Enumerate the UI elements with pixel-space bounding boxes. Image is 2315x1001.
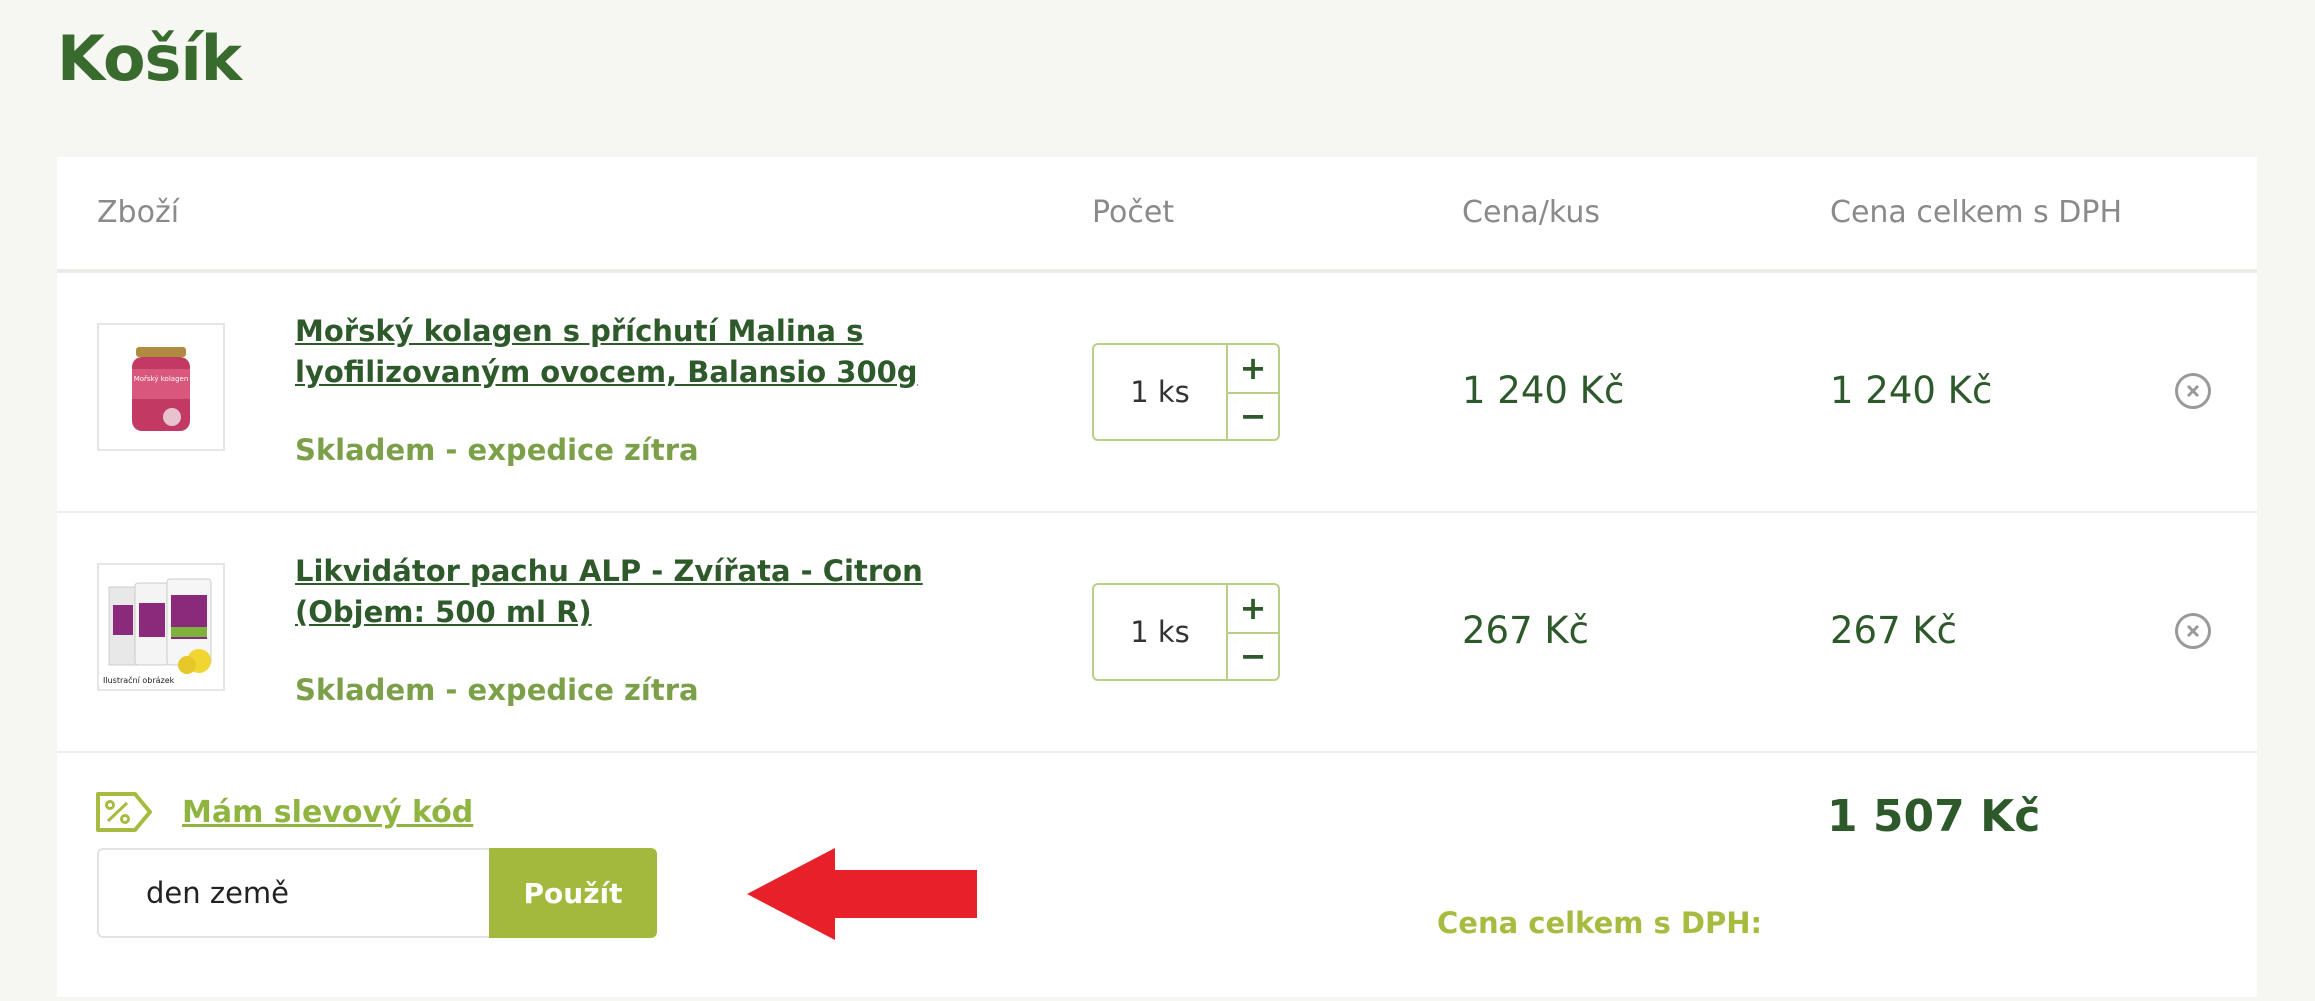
close-icon <box>2186 624 2200 638</box>
page-title: Košík <box>57 22 242 95</box>
remove-item-button[interactable] <box>2175 373 2211 409</box>
product-image[interactable]: Mořský kolagen <box>97 323 225 451</box>
total-price: 1 240 Kč <box>1830 369 1993 412</box>
unit-price: 267 Kč <box>1462 609 1589 652</box>
quantity-stepper[interactable]: 1 ks + − <box>1092 583 1280 681</box>
total-value: 1 507 Kč <box>1827 791 2041 842</box>
close-icon <box>2186 384 2200 398</box>
stock-status: Skladem - expedice zítra <box>295 433 699 467</box>
apply-coupon-button[interactable]: Použít <box>489 848 657 938</box>
svg-text:Ilustrační obrázek: Ilustrační obrázek <box>103 675 175 685</box>
quantity-value[interactable]: 1 ks <box>1094 345 1228 439</box>
product-image[interactable]: Ilustrační obrázek <box>97 563 225 691</box>
cart-header: Zboží Počet Cena/kus Cena celkem s DPH <box>57 157 2257 273</box>
cart-footer: Mám slevový kód Použít Cena celkem s DPH… <box>57 751 2257 1001</box>
svg-text:Mořský kolagen: Mořský kolagen <box>134 375 189 383</box>
cart-row: Ilustrační obrázek Likvidátor pachu ALP … <box>57 513 2257 753</box>
decrease-quantity-button[interactable]: − <box>1228 393 1278 440</box>
coupon-code-input[interactable] <box>97 848 489 938</box>
red-arrow-annotation <box>747 848 977 940</box>
product-link[interactable]: Likvidátor pachu ALP - Zvířata - Citron … <box>295 551 1035 633</box>
total-price: 267 Kč <box>1830 609 1957 652</box>
remove-item-button[interactable] <box>2175 613 2211 649</box>
cart-row: Mořský kolagen Mořský kolagen s příchutí… <box>57 273 2257 513</box>
odor-remover-image: Ilustrační obrázek <box>99 565 223 689</box>
product-link[interactable]: Mořský kolagen s příchutí Malina s lyofi… <box>295 311 1035 393</box>
quantity-stepper[interactable]: 1 ks + − <box>1092 343 1280 441</box>
total-label: Cena celkem s DPH: <box>1437 906 1763 940</box>
header-product: Zboží <box>97 195 180 230</box>
coupon-toggle-link[interactable]: Mám slevový kód <box>182 795 473 830</box>
stock-status: Skladem - expedice zítra <box>295 673 699 707</box>
increase-quantity-button[interactable]: + <box>1228 345 1278 394</box>
discount-tag-icon <box>96 792 152 832</box>
quantity-value[interactable]: 1 ks <box>1094 585 1228 679</box>
header-unit-price: Cena/kus <box>1462 195 1601 230</box>
unit-price: 1 240 Kč <box>1462 369 1625 412</box>
header-total-price: Cena celkem s DPH <box>1830 195 2123 230</box>
decrease-quantity-button[interactable]: − <box>1228 633 1278 680</box>
header-quantity: Počet <box>1092 195 1175 230</box>
collagen-jar-image: Mořský kolagen <box>99 325 223 449</box>
increase-quantity-button[interactable]: + <box>1228 585 1278 634</box>
cart-table: Zboží Počet Cena/kus Cena celkem s DPH M… <box>57 157 2257 997</box>
